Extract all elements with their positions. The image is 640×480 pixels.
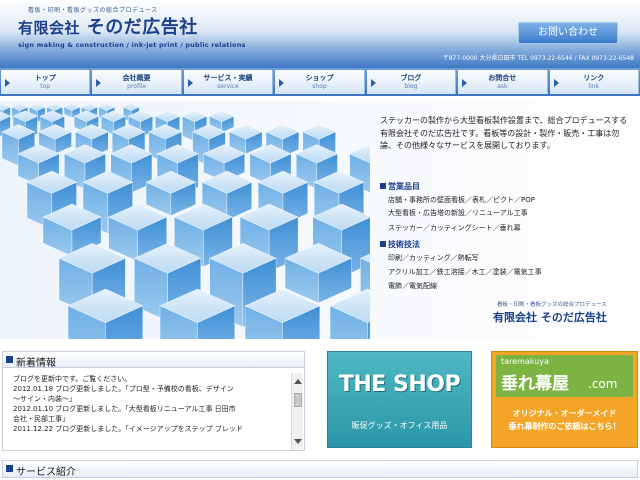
section-title-techniques: 技術技法: [380, 239, 420, 250]
nav-item-label: ショップ: [305, 74, 334, 82]
nav-item-label: お問合せ: [488, 74, 517, 82]
nav-item-sublabel: profile: [127, 83, 147, 90]
scroll-down-icon[interactable]: [294, 439, 302, 444]
nav-item-label: トップ: [34, 74, 56, 82]
news-item[interactable]: 2012.01.18 ブログ更新しました。「プロ型・予備校の看板、デザイン: [13, 384, 291, 394]
nav-item-sublabel: top: [40, 83, 51, 90]
nav-item-label: サービス・実績: [203, 74, 253, 82]
news-item[interactable]: ブログを更新中です。ご覧ください。: [13, 374, 291, 384]
nav-arrow-icon: [462, 79, 468, 87]
logo-name: そのだ広告社: [86, 17, 198, 38]
taremakuya-desc: 垂れ幕制作のご依頼はこちら！: [508, 422, 621, 431]
cubes-illustration: [0, 103, 370, 339]
nav-arrow-icon: [5, 79, 10, 87]
site-logo[interactable]: 有限会社 そのだ広告社: [18, 17, 198, 39]
nav-item-label: 会社概要: [122, 74, 151, 82]
news-item[interactable]: 2011.12.22 ブログ更新しました。「イメージアップをステップ ブレッド: [13, 424, 291, 434]
nav-item-top[interactable]: トップ top: [1, 70, 91, 94]
bullet-square-icon: [380, 183, 386, 189]
nav-item-sublabel: service: [217, 83, 239, 90]
site-header: 看板・印刷・看板グッズの総合プロデュース 有限会社 そのだ広告社 sign ma…: [0, 0, 640, 68]
nav-arrow-icon: [187, 79, 193, 87]
shop-banner-title: THE SHOP: [338, 372, 461, 397]
hero-tagline: 看板・印刷・看板グッズの総合プロデュース: [497, 302, 607, 308]
nav-item-sublabel: blog: [404, 83, 418, 90]
news-panel: 新着情報 ブログを更新中です。ご覧ください。 2012.01.18 ブログ更新し…: [2, 351, 305, 451]
shop-banner[interactable]: THE SHOP 販促グッズ・オフィス用品: [327, 351, 472, 448]
nav-item-sublabel: ask: [497, 83, 508, 90]
nav-item-sublabel: shop: [312, 83, 327, 90]
taremakuya-en: taremakuya: [501, 357, 549, 366]
product-line: 店舗・事務所の壁面看板／表札／ピクト／POP: [388, 196, 535, 204]
news-scrollbar[interactable]: [291, 373, 303, 450]
news-header: 新着情報: [3, 352, 304, 369]
nav-item-profile[interactable]: 会社概要 profile: [92, 70, 182, 94]
news-item[interactable]: 2012.01.10 ブログ更新しました。「大型看板リニューアル工事 日田市: [13, 404, 291, 414]
taremakuya-com: .com: [588, 377, 618, 391]
product-line: 大型看板・広告塔の新設／リニューアル工事: [388, 209, 528, 217]
main-nav: トップ top 会社概要 profile サービス・実績 service ショッ…: [0, 68, 640, 96]
news-item[interactable]: 会社・民部工事」: [13, 414, 291, 424]
section-square-icon: [6, 465, 13, 472]
section-square-icon: [6, 356, 13, 363]
taremakuya-banner-top: taremakuya 垂れ幕屋 .com: [496, 355, 633, 397]
bullet-square-icon: [380, 241, 386, 247]
shop-banner-subtitle: 販促グッズ・オフィス用品: [351, 421, 448, 430]
technique-line: 電飾／電気配線: [388, 282, 437, 290]
service-title: サービス紹介: [16, 467, 76, 478]
scroll-up-icon[interactable]: [294, 379, 302, 384]
logo-subtitle: sign making & construction / ink-jet pri…: [18, 41, 246, 49]
header-tagline: 看板・印刷・看板グッズの総合プロデュース: [28, 7, 158, 14]
nav-item-link[interactable]: リンク link: [549, 70, 639, 94]
nav-arrow-icon: [279, 79, 285, 87]
service-header: サービス紹介: [2, 460, 638, 478]
hero-section: ステッカーの製作から大型看板製作設置まで、総合プロデュースする有限会社そのだ広告…: [0, 101, 640, 339]
header-address: 〒877-0000 大分県日田市 TEL 0973-22-6546 / FAX …: [442, 55, 634, 62]
section-title-products: 営業品目: [380, 181, 420, 192]
nav-item-label: リンク: [583, 74, 605, 82]
hero-intro: ステッカーの製作から大型看板製作設置まで、総合プロデュースする有限会社そのだ広告…: [380, 116, 628, 150]
scroll-thumb[interactable]: [294, 393, 302, 407]
news-item[interactable]: 〜サイン・内装〜」: [13, 394, 291, 404]
nav-arrow-icon: [370, 79, 376, 87]
nav-item-blog[interactable]: ブログ blog: [366, 70, 457, 94]
news-title: 新着情報: [16, 358, 56, 369]
contact-button[interactable]: お問い合わせ: [518, 22, 618, 44]
nav-arrow-icon: [96, 79, 102, 87]
nav-item-ask[interactable]: お問合せ ask: [458, 70, 548, 94]
nav-item-service[interactable]: サービス・実績 service: [183, 70, 274, 94]
product-line: ステッカー／カッティングシート／垂れ幕: [388, 224, 521, 232]
news-list: ブログを更新中です。ご覧ください。 2012.01.18 ブログ更新しました。「…: [13, 374, 291, 434]
logo-prefix: 有限会社: [18, 19, 81, 37]
taremakuya-name: 垂れ幕屋: [501, 374, 569, 394]
nav-item-shop[interactable]: ショップ shop: [275, 70, 365, 94]
nav-arrow-icon: [553, 79, 559, 87]
technique-line: 印刷／カッティング／熱転写: [388, 254, 479, 262]
hero-logo: 有限会社 そのだ広告社: [493, 311, 607, 324]
taremakuya-desc: オリジナル・オーダーメイド: [512, 409, 617, 418]
technique-line: アクリル加工／鉄工溶接／木工／塗装／電気工事: [388, 268, 542, 276]
nav-item-label: ブログ: [400, 74, 422, 82]
taremakuya-banner[interactable]: taremakuya 垂れ幕屋 .com オリジナル・オーダーメイド 垂れ幕制作…: [491, 351, 638, 448]
nav-item-sublabel: link: [588, 83, 600, 90]
